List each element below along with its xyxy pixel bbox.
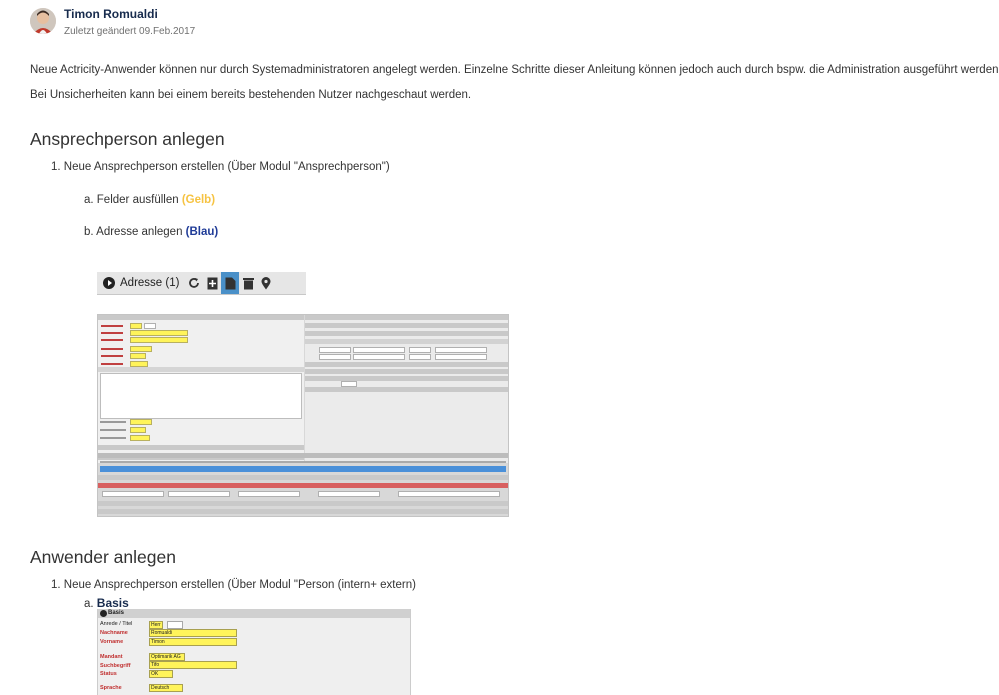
step-b-text: b. Adresse anlegen bbox=[84, 226, 186, 238]
label-vorname: Vorname bbox=[100, 639, 124, 645]
highlight-gelb: (Gelb) bbox=[181, 194, 216, 206]
location-icon bbox=[257, 272, 275, 294]
label-nachname: Nachname bbox=[100, 630, 128, 636]
label-suchbegriff: Suchbegriff bbox=[100, 663, 131, 669]
page-header: Timon Romualdi Zuletzt geändert 09.Feb.2… bbox=[30, 7, 195, 39]
author-name[interactable]: Timon Romualdi bbox=[64, 7, 195, 22]
label-anrede: Anrede / Titel bbox=[100, 621, 133, 627]
value-suchbegriff: Tifo bbox=[151, 662, 160, 668]
step-a-text: a. Felder ausfüllen bbox=[84, 194, 182, 206]
basis-form-screenshot: Basis Anrede / Titel Herr Nachname Romua… bbox=[97, 609, 411, 695]
label-sprache: Sprache bbox=[100, 685, 122, 691]
collapse-icon bbox=[103, 277, 115, 289]
step-a-basis-label: Basis bbox=[96, 596, 129, 610]
selected-address-row bbox=[100, 466, 506, 472]
adresse-toolbar-image: Adresse (1) bbox=[97, 272, 306, 295]
label-mandant: Mandant bbox=[100, 654, 123, 660]
intro-paragraph-2: Bei Unsicherheiten kann bei einem bereit… bbox=[30, 89, 472, 101]
trash-icon bbox=[239, 272, 257, 294]
value-status: OK bbox=[151, 671, 159, 677]
add-icon bbox=[203, 272, 221, 294]
highlight-blau: (Blau) bbox=[185, 226, 219, 238]
toolbar-label: Adresse (1) bbox=[120, 277, 180, 289]
step-a-basis: a. Basis bbox=[84, 596, 129, 610]
avatar[interactable] bbox=[30, 8, 56, 34]
label-status: Status bbox=[100, 671, 117, 677]
step-1-ansprechperson: 1. Neue Ansprechperson erstellen (Über M… bbox=[51, 161, 390, 173]
form-right-panel bbox=[305, 315, 508, 463]
value-vorname: Timon bbox=[151, 639, 165, 645]
basis-form-title: Basis bbox=[108, 610, 125, 616]
intro-paragraph-1: Neue Actricity-Anwender können nur durch… bbox=[30, 64, 999, 76]
value-nachname: Romualdi bbox=[151, 630, 173, 636]
document-icon bbox=[221, 272, 240, 294]
step-a-felder: a. Felder ausfüllen (Gelb) bbox=[84, 194, 215, 206]
ansprechperson-form-screenshot bbox=[97, 314, 509, 517]
form-left-panel bbox=[98, 315, 304, 463]
step-a-basis-prefix: a. bbox=[84, 598, 97, 610]
basis-form-header: Basis bbox=[98, 609, 410, 618]
value-sprache: Deutsch bbox=[151, 685, 170, 691]
step-1-anwender: 1. Neue Ansprechperson erstellen (Über M… bbox=[51, 579, 416, 591]
last-modified: Zuletzt geändert 09.Feb.2017 bbox=[64, 26, 196, 37]
heading-anwender: Anwender anlegen bbox=[30, 547, 176, 567]
collapse-icon bbox=[100, 610, 107, 617]
heading-ansprechperson: Ansprechperson anlegen bbox=[30, 129, 225, 149]
value-mandant: Optimarik AG bbox=[151, 654, 181, 660]
refresh-icon bbox=[185, 272, 203, 294]
step-b-adresse: b. Adresse anlegen (Blau) bbox=[84, 226, 218, 238]
value-anrede: Herr bbox=[151, 622, 161, 628]
